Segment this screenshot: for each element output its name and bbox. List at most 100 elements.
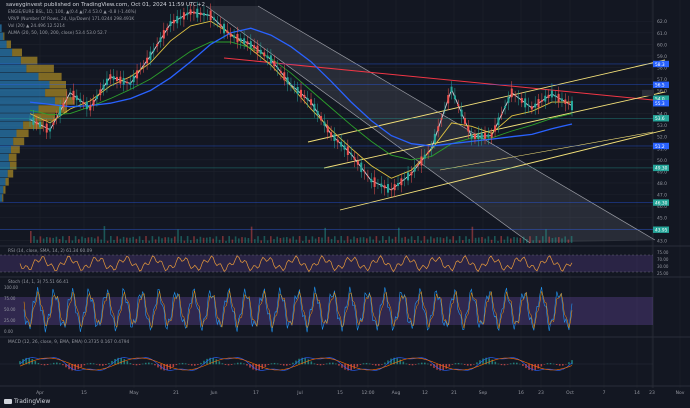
volume-bar bbox=[196, 238, 198, 243]
macd-histogram-bar bbox=[534, 364, 536, 371]
volume-bar bbox=[225, 240, 227, 243]
macd-histogram-bar bbox=[365, 362, 368, 365]
vrvp-up-bar bbox=[0, 48, 13, 57]
candle-body bbox=[176, 16, 179, 24]
volume-bar bbox=[94, 238, 96, 243]
macd-histogram-bar bbox=[89, 362, 92, 365]
volume-bar bbox=[132, 236, 134, 243]
candle-body bbox=[467, 126, 470, 132]
volume-bar bbox=[142, 240, 144, 243]
volume-bar bbox=[292, 236, 294, 243]
macd-histogram-bar bbox=[509, 363, 512, 365]
macd-histogram-bar bbox=[200, 362, 202, 365]
candle-body bbox=[470, 134, 473, 139]
volume-bar bbox=[81, 236, 83, 243]
volume-bar bbox=[372, 239, 374, 243]
volume-bar bbox=[164, 237, 166, 243]
volume-bar bbox=[478, 237, 480, 243]
x-tick-label: 23 bbox=[649, 390, 655, 396]
macd-histogram-bar bbox=[362, 363, 365, 365]
candle-body bbox=[514, 95, 517, 96]
volume-bar bbox=[183, 240, 186, 243]
macd-histogram-bar bbox=[500, 364, 503, 366]
candle-body bbox=[560, 98, 563, 102]
descending-channel bbox=[206, 6, 655, 243]
macd-histogram-bar bbox=[328, 362, 331, 365]
volume-bar bbox=[209, 236, 211, 243]
candle-body bbox=[233, 35, 236, 38]
candle-body bbox=[266, 55, 269, 59]
candle-body bbox=[89, 105, 92, 111]
macd-histogram-bar bbox=[276, 363, 279, 365]
macd-histogram-bar bbox=[126, 361, 129, 365]
volume-bar bbox=[318, 236, 320, 243]
x-tick-label: Oct bbox=[566, 390, 574, 396]
x-tick-label: Apr bbox=[36, 390, 44, 396]
volume-bar bbox=[286, 237, 288, 243]
volume-legend[interactable]: Vol (20) ▲ 24.496 12.5214 bbox=[8, 24, 65, 29]
candle-body bbox=[115, 76, 118, 82]
macd-legend[interactable]: MACD (12, 26, close, 9, EMA, EMA) 0.3735… bbox=[8, 340, 129, 345]
volume-bar bbox=[462, 240, 464, 243]
alma-legend[interactable]: ALMA (20, 50, 100, 200, close) 53.4 53.0… bbox=[8, 31, 107, 36]
candle-body bbox=[537, 99, 540, 108]
symbol-legend[interactable]: ENGIE/EURE BSL, 1D, 100, ▲(0.4 ▲(7.4 53.… bbox=[8, 10, 136, 15]
price-tag-label: 43.95 bbox=[655, 228, 668, 234]
candle-body bbox=[440, 118, 443, 120]
volume-bar bbox=[343, 240, 346, 243]
candle-body bbox=[443, 108, 446, 110]
x-tick-label: 15 bbox=[337, 390, 343, 396]
candle-body bbox=[366, 175, 369, 177]
stoch-axis-label: 25.00 bbox=[4, 318, 16, 323]
candle-body bbox=[243, 38, 246, 45]
volume-bar bbox=[516, 237, 518, 243]
macd-histogram-bar bbox=[313, 363, 316, 365]
volume-bar bbox=[100, 239, 102, 243]
volume-bar bbox=[106, 240, 109, 243]
x-tick-label: Aug bbox=[392, 390, 401, 396]
candle-body bbox=[433, 133, 436, 144]
candle-body bbox=[350, 153, 353, 155]
vrvp-up-bar bbox=[0, 113, 33, 121]
macd-histogram-bar bbox=[148, 362, 150, 365]
macd-histogram-bar bbox=[43, 364, 46, 366]
candle-body bbox=[363, 171, 366, 173]
candle-body bbox=[386, 184, 389, 193]
volume-bar bbox=[215, 236, 218, 243]
volume-bar bbox=[382, 236, 384, 243]
vrvp-legend[interactable]: VRVP (Number Of Rows, 24, Up/Down) 171.0… bbox=[8, 17, 134, 22]
vrvp-up-bar bbox=[0, 24, 2, 32]
volume-bar bbox=[551, 238, 554, 243]
volume-bar bbox=[439, 237, 442, 243]
macd-histogram-bar bbox=[172, 364, 175, 368]
candle-body bbox=[497, 117, 500, 126]
x-tick-label: 17 bbox=[253, 390, 259, 396]
vrvp-up-bar bbox=[0, 137, 14, 146]
vrvp-down-bar bbox=[16, 129, 29, 138]
candle-body bbox=[102, 84, 105, 90]
vrvp-down-bar bbox=[38, 72, 62, 81]
volume-bar bbox=[282, 237, 285, 243]
volume-bar bbox=[449, 239, 451, 243]
macd-histogram-bar bbox=[390, 358, 392, 365]
candle-body bbox=[92, 100, 95, 106]
stoch-legend[interactable]: Stoch (14, 1, 3) 75.51 66.41 bbox=[8, 280, 69, 285]
macd-histogram-bar bbox=[482, 358, 484, 365]
chart-canvas[interactable]: 62.061.060.059.058.057.056.055.054.053.0… bbox=[0, 0, 690, 408]
macd-histogram-bar bbox=[56, 362, 58, 365]
volume-bar bbox=[199, 236, 202, 243]
volume-bar bbox=[68, 236, 70, 243]
volume-bar bbox=[222, 236, 224, 243]
stoch-axis-label: 50.00 bbox=[4, 307, 16, 312]
volume-bar bbox=[436, 237, 438, 243]
vrvp-up-bar bbox=[0, 145, 11, 154]
candle-body bbox=[400, 178, 403, 186]
candle-body bbox=[300, 89, 302, 98]
candle-body bbox=[460, 109, 463, 117]
volume-bar bbox=[452, 236, 454, 243]
volume-bar bbox=[538, 240, 541, 243]
rsi-legend[interactable]: RSI (14, close, SMA, 14, 2) 61.34 60.09 bbox=[8, 249, 92, 254]
macd-histogram-bar bbox=[503, 364, 506, 366]
volume-bar bbox=[522, 236, 525, 243]
candle-body bbox=[520, 98, 523, 103]
